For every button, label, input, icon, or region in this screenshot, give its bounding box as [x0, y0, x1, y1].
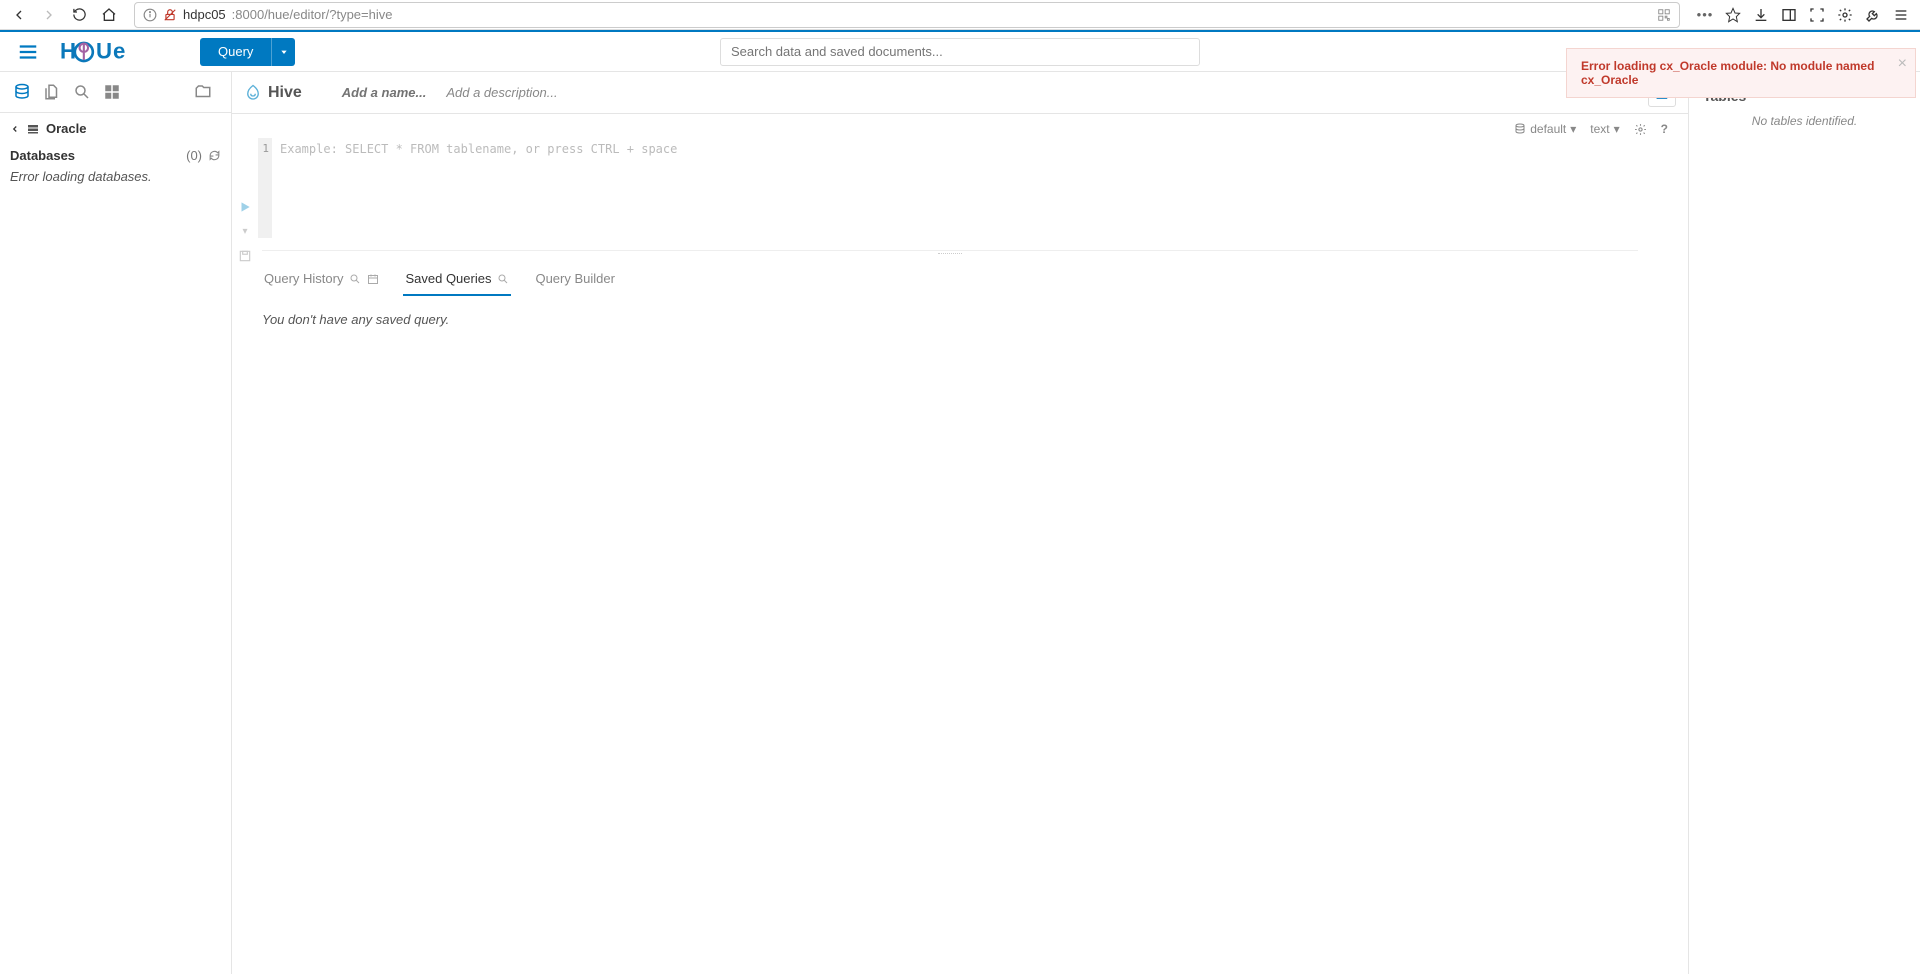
browser-menu-button[interactable]: [1888, 2, 1914, 28]
close-icon[interactable]: ×: [1898, 55, 1907, 73]
tab-label: Query Builder: [535, 271, 614, 286]
drag-handle-icon: [938, 250, 962, 254]
insecure-icon: [163, 8, 177, 22]
browser-sidebar-button[interactable]: [1776, 2, 1802, 28]
databases-header: Databases (0): [0, 144, 231, 165]
help-icon[interactable]: ?: [1661, 122, 1668, 136]
browser-bookmark-button[interactable]: [1720, 2, 1746, 28]
mode-selector-label: text: [1590, 122, 1609, 136]
editor-toolbar: default ▾ text ▾ ?: [232, 114, 1668, 138]
database-small-icon: [1514, 123, 1526, 135]
browser-more-button[interactable]: •••: [1692, 2, 1718, 28]
search-assist-icon[interactable]: [70, 80, 94, 104]
mode-selector[interactable]: text ▾: [1590, 122, 1619, 136]
url-path: :8000/hue/editor/?type=hive: [232, 7, 393, 22]
editor-name-input[interactable]: Add a name...: [342, 85, 427, 100]
sql-editor: ▾ 1 Example: SELECT * FROM tablename, or…: [232, 138, 1668, 238]
search-icon[interactable]: [349, 273, 361, 285]
caret-down-icon: ▾: [1614, 122, 1620, 136]
editor-engine-title[interactable]: Hive: [244, 84, 302, 102]
editor-panel: Hive Add a name... Add a description... …: [232, 72, 1688, 974]
databases-label: Databases: [10, 148, 75, 163]
query-dropdown-button[interactable]: Query: [200, 38, 295, 66]
assist-breadcrumb[interactable]: Oracle: [0, 113, 231, 144]
refresh-icon[interactable]: [208, 149, 221, 162]
error-toast: Error loading cx_Oracle module: No modul…: [1566, 48, 1916, 98]
browser-chrome: hdpc05 :8000/hue/editor/?type=hive •••: [0, 0, 1920, 30]
editor-engine-label: Hive: [268, 84, 302, 102]
hamburger-button[interactable]: [14, 38, 42, 66]
tab-query-history[interactable]: Query History: [262, 265, 381, 296]
documents-icon[interactable]: [191, 80, 215, 104]
editor-description-input[interactable]: Add a description...: [446, 85, 557, 100]
browser-addons-button[interactable]: [1832, 2, 1858, 28]
right-panel-empty: No tables identified.: [1703, 114, 1906, 128]
panel-separator[interactable]: [262, 250, 1638, 251]
tab-label: Saved Queries: [405, 271, 491, 286]
browser-download-button[interactable]: [1748, 2, 1774, 28]
databases-error: Error loading databases.: [0, 165, 231, 188]
files-icon[interactable]: [40, 80, 64, 104]
editor-header: Hive Add a name... Add a description...: [232, 72, 1688, 114]
line-number: 1: [258, 142, 269, 155]
assist-source-label: Oracle: [46, 121, 86, 136]
left-assist-panel: Oracle Databases (0) Error loading datab…: [0, 72, 232, 974]
left-icon-bar: [0, 72, 231, 113]
url-host: hdpc05: [183, 7, 226, 22]
browser-devtools-button[interactable]: [1860, 2, 1886, 28]
chevron-left-icon: [10, 124, 20, 134]
tab-query-builder[interactable]: Query Builder: [533, 265, 616, 296]
settings-icon[interactable]: [1634, 123, 1647, 136]
query-button-label: Query: [200, 38, 271, 66]
line-gutter: 1: [258, 138, 272, 238]
error-message: Error loading cx_Oracle module: No modul…: [1581, 59, 1874, 87]
info-icon: [143, 8, 157, 22]
svg-text:U: U: [96, 39, 112, 63]
db-selector[interactable]: default ▾: [1514, 122, 1576, 136]
browser-forward-button[interactable]: [36, 2, 62, 28]
hive-icon: [244, 84, 262, 102]
tab-saved-queries[interactable]: Saved Queries: [403, 265, 511, 296]
database-icon[interactable]: [10, 80, 34, 104]
browser-home-button[interactable]: [96, 2, 122, 28]
browser-url-bar[interactable]: hdpc05 :8000/hue/editor/?type=hive: [134, 2, 1680, 28]
caret-down-icon: ▾: [1570, 122, 1576, 136]
databases-count: (0): [186, 148, 202, 163]
db-selector-label: default: [1530, 122, 1566, 136]
saved-queries-empty: You don't have any saved query.: [232, 296, 1668, 343]
calendar-icon[interactable]: [367, 273, 379, 285]
code-placeholder: Example: SELECT * FROM tablename, or pre…: [280, 142, 677, 156]
run-caret-icon[interactable]: ▾: [242, 226, 247, 237]
search-icon[interactable]: [497, 273, 509, 285]
run-button[interactable]: [238, 200, 252, 214]
browser-reload-button[interactable]: [66, 2, 92, 28]
server-icon: [26, 123, 40, 135]
main-layout: Oracle Databases (0) Error loading datab…: [0, 72, 1920, 974]
caret-down-icon: [271, 38, 295, 66]
qr-icon[interactable]: [1657, 8, 1671, 22]
browser-back-button[interactable]: [6, 2, 32, 28]
svg-text:e: e: [113, 39, 125, 63]
hue-logo[interactable]: H U e: [60, 39, 150, 65]
right-assist-panel: Tables No tables identified.: [1688, 72, 1920, 974]
global-search-input[interactable]: [720, 38, 1200, 66]
code-textarea[interactable]: Example: SELECT * FROM tablename, or pre…: [272, 138, 1668, 238]
result-tabs: Query History Saved Queries Query Build: [232, 251, 1668, 296]
dashboard-icon[interactable]: [100, 80, 124, 104]
tab-label: Query History: [264, 271, 343, 286]
browser-screenshot-button[interactable]: [1804, 2, 1830, 28]
